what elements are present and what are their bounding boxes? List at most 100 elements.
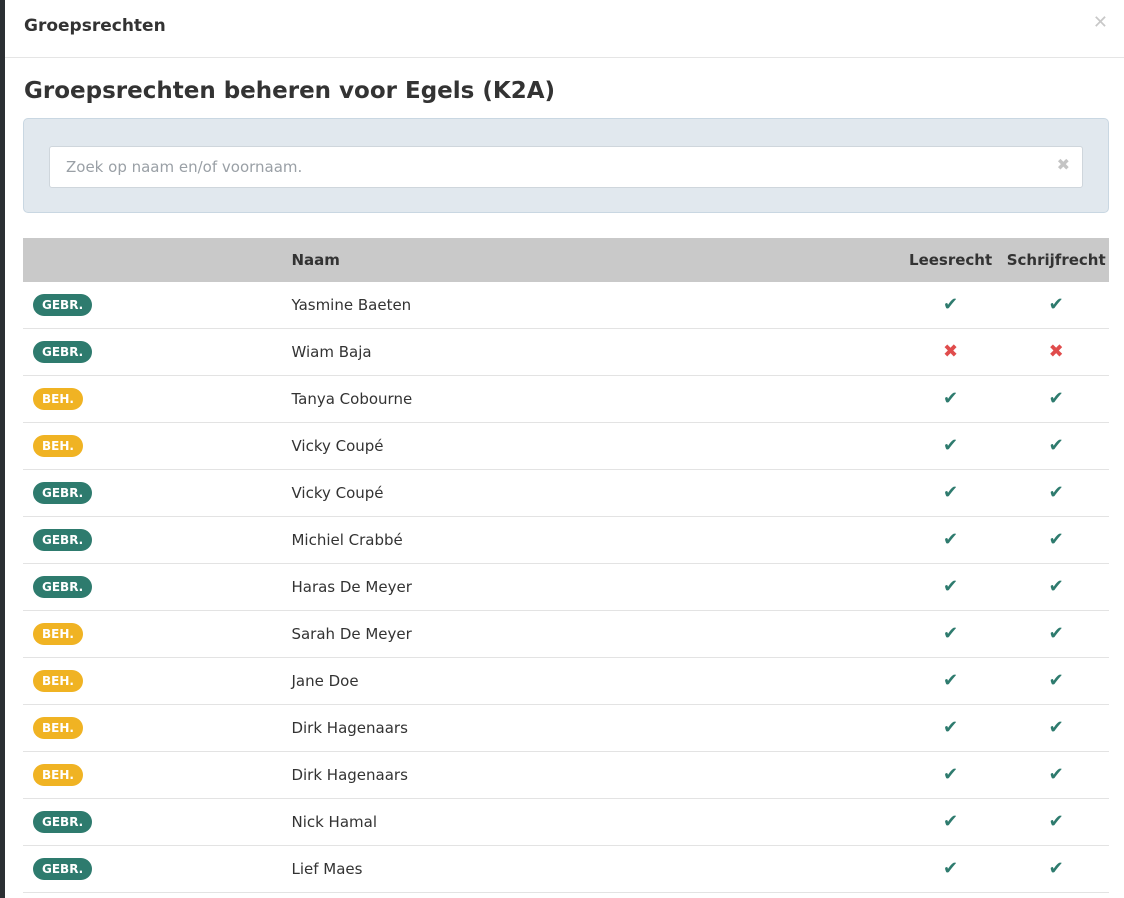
table-row[interactable]: GEBR. Yasmine Baeten ✔ ✔ [23,282,1109,329]
header-read[interactable]: Leesrecht [897,238,1004,282]
role-cell: GEBR. [23,282,292,329]
read-permission-cell: ✔ [897,845,1004,893]
role-cell: GEBR. [23,469,292,517]
role-cell: BEH. [23,751,292,799]
header-write[interactable]: Schrijfrecht [1003,238,1109,282]
clear-icon[interactable]: ✖ [1057,157,1070,173]
role-cell: GEBR. [23,563,292,611]
write-permission-cell: ✔ [1003,845,1109,893]
role-badge: GEBR. [33,811,93,833]
role-cell: BEH. [23,704,292,752]
check-icon[interactable]: ✔ [943,435,958,456]
user-name: Nick Hamal [291,798,898,846]
table-body: GEBR. Yasmine Baeten ✔ ✔ GEBR. Wiam Baja ✖ ✖ BEH… [23,282,1109,893]
read-permission-cell: ✔ [897,516,1004,564]
write-permission-cell: ✔ [1003,704,1109,752]
check-icon[interactable]: ✔ [943,623,958,644]
role-cell: GEBR. [23,328,292,376]
user-name: Michiel Crabbé [291,516,898,564]
user-name: Lief Maes [291,845,898,893]
check-icon[interactable]: ✔ [943,529,958,550]
role-badge: BEH. [33,717,83,739]
check-icon[interactable]: ✔ [1049,435,1064,456]
check-icon[interactable]: ✔ [1049,529,1064,550]
write-permission-cell: ✔ [1003,282,1109,329]
table-row[interactable]: BEH. Tanya Cobourne ✔ ✔ [23,375,1109,423]
table-row[interactable]: BEH. Vicky Coupé ✔ ✔ [23,422,1109,470]
rights-table: Naam Leesrecht Schrijfrecht GEBR. Yasmine… [23,238,1109,893]
role-cell: GEBR. [23,516,292,564]
role-badge: BEH. [33,764,83,786]
write-permission-cell: ✔ [1003,375,1109,423]
write-permission-cell: ✖ [1003,328,1109,376]
check-icon[interactable]: ✔ [943,717,958,738]
user-name: Vicky Coupé [291,422,898,470]
search-input[interactable] [50,147,1040,187]
role-cell: GEBR. [23,845,292,893]
role-badge: BEH. [33,623,83,645]
read-permission-cell: ✔ [897,422,1004,470]
check-icon[interactable]: ✔ [1049,670,1064,691]
search-box: ✖ [49,146,1083,188]
check-icon[interactable]: ✔ [1049,764,1064,785]
read-permission-cell: ✔ [897,798,1004,846]
user-name: Haras De Meyer [291,563,898,611]
check-icon[interactable]: ✔ [943,764,958,785]
write-permission-cell: ✔ [1003,751,1109,799]
table-row[interactable]: GEBR. Haras De Meyer ✔ ✔ [23,563,1109,611]
table-row[interactable]: GEBR. Vicky Coupé ✔ ✔ [23,469,1109,517]
check-icon[interactable]: ✔ [1049,294,1064,315]
read-permission-cell: ✖ [897,328,1004,376]
user-name: Vicky Coupé [291,469,898,517]
check-icon[interactable]: ✔ [1049,623,1064,644]
table-header-row: Naam Leesrecht Schrijfrecht [23,238,1109,282]
search-panel: ✖ [23,118,1109,213]
check-icon[interactable]: ✔ [943,670,958,691]
check-icon[interactable]: ✔ [943,811,958,832]
read-permission-cell: ✔ [897,563,1004,611]
role-cell: BEH. [23,375,292,423]
table-row[interactable]: GEBR. Wiam Baja ✖ ✖ [23,328,1109,376]
role-badge: BEH. [33,435,83,457]
table-row[interactable]: BEH. Sarah De Meyer ✔ ✔ [23,610,1109,658]
check-icon[interactable]: ✔ [943,858,958,879]
role-cell: BEH. [23,422,292,470]
dialog-header: Groepsrechten ✕ [5,0,1124,58]
write-permission-cell: ✔ [1003,610,1109,658]
read-permission-cell: ✔ [897,469,1004,517]
write-permission-cell: ✔ [1003,798,1109,846]
role-cell: BEH. [23,657,292,705]
check-icon[interactable]: ✔ [1049,811,1064,832]
role-cell: GEBR. [23,798,292,846]
table-row[interactable]: GEBR. Nick Hamal ✔ ✔ [23,798,1109,846]
table-row[interactable]: BEH. Dirk Hagenaars ✔ ✔ [23,751,1109,799]
role-badge: BEH. [33,670,83,692]
table-row[interactable]: BEH. Jane Doe ✔ ✔ [23,657,1109,705]
user-name: Jane Doe [291,657,898,705]
cross-icon[interactable]: ✖ [1049,341,1064,362]
check-icon[interactable]: ✔ [1049,482,1064,503]
table-row[interactable]: BEH. Dirk Hagenaars ✔ ✔ [23,704,1109,752]
check-icon[interactable]: ✔ [1049,717,1064,738]
table-row[interactable]: GEBR. Lief Maes ✔ ✔ [23,845,1109,893]
check-icon[interactable]: ✔ [1049,576,1064,597]
check-icon[interactable]: ✔ [1049,388,1064,409]
role-badge: GEBR. [33,858,93,880]
check-icon[interactable]: ✔ [943,576,958,597]
close-icon[interactable]: ✕ [1093,14,1108,32]
header-name[interactable]: Naam [291,238,898,282]
header-role [23,238,292,282]
check-icon[interactable]: ✔ [943,294,958,315]
check-icon[interactable]: ✔ [1049,858,1064,879]
check-icon[interactable]: ✔ [943,388,958,409]
user-name: Wiam Baja [291,328,898,376]
read-permission-cell: ✔ [897,657,1004,705]
role-badge: GEBR. [33,482,93,504]
cross-icon[interactable]: ✖ [943,341,958,362]
table-row[interactable]: GEBR. Michiel Crabbé ✔ ✔ [23,516,1109,564]
read-permission-cell: ✔ [897,751,1004,799]
read-permission-cell: ✔ [897,704,1004,752]
check-icon[interactable]: ✔ [943,482,958,503]
group-rights-dialog: Groepsrechten ✕ Groepsrechten beheren vo… [5,0,1124,898]
role-badge: GEBR. [33,341,93,363]
